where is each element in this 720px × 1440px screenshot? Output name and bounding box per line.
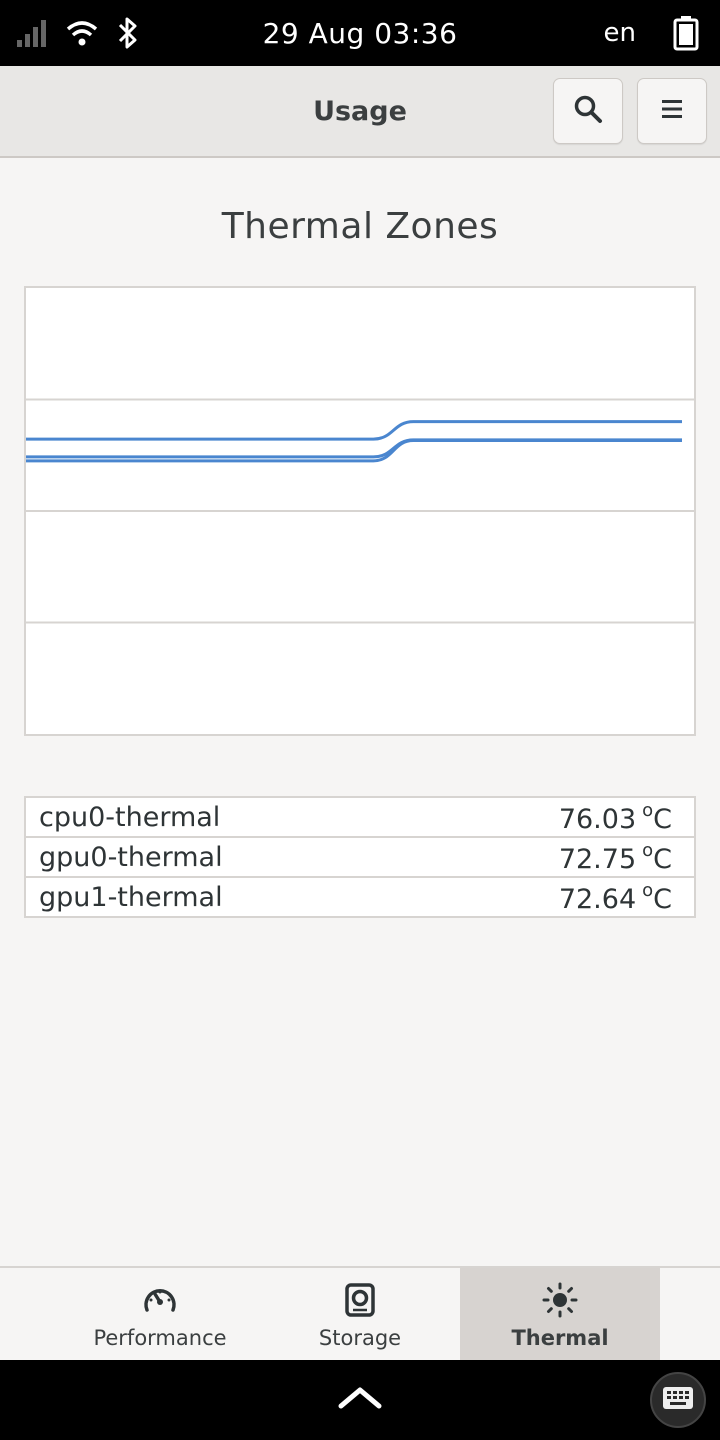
tab-thermal[interactable]: Thermal [460, 1268, 660, 1362]
tab-label: Thermal [511, 1326, 609, 1350]
zone-unit: C [653, 803, 672, 835]
list-item: gpu1-thermal 72.64 oC [26, 878, 694, 916]
chart-title: Thermal Zones [221, 206, 499, 247]
battery-icon [672, 0, 700, 66]
keyboard-button[interactable] [650, 1372, 706, 1428]
tab-label: Storage [318, 1326, 402, 1350]
speedometer-icon [142, 1282, 178, 1318]
tab-storage[interactable]: Storage [260, 1268, 460, 1362]
search-icon [573, 94, 603, 128]
keyboard-icon [662, 1386, 694, 1414]
zone-name: gpu0-thermal [39, 841, 223, 873]
thermal-chart [24, 286, 696, 736]
sun-icon [542, 1282, 578, 1318]
tab-label: Performance [93, 1326, 227, 1350]
header-bar: Usage [0, 66, 720, 158]
tab-performance[interactable]: Performance [60, 1268, 260, 1362]
zone-name: cpu0-thermal [39, 801, 221, 833]
chevron-up-icon[interactable] [336, 1384, 384, 1416]
search-button[interactable] [553, 78, 623, 144]
zone-value: 72.75 [558, 843, 637, 875]
system-home-bar [0, 1360, 720, 1440]
thermal-zone-list: cpu0-thermal 76.03 oC gpu0-thermal 72.75 o… [24, 796, 696, 918]
zone-temperature: 72.75 oC [558, 839, 672, 875]
zone-unit: C [653, 883, 672, 915]
zone-value: 76.03 [558, 803, 637, 835]
language-indicator[interactable]: en [604, 0, 636, 66]
chart-series-line-1 [26, 438, 682, 459]
zone-value: 72.64 [558, 883, 637, 915]
chart-series-line-0 [26, 420, 682, 441]
menu-button[interactable] [637, 78, 707, 144]
list-item: gpu0-thermal 72.75 oC [26, 838, 694, 878]
bottom-nav: Performance Storage Thermal [0, 1266, 720, 1362]
zone-unit: C [653, 843, 672, 875]
zone-name: gpu1-thermal [39, 881, 223, 913]
list-item: cpu0-thermal 76.03 oC [26, 798, 694, 838]
zone-temperature: 76.03 oC [558, 799, 672, 835]
status-bar: 29 Aug 03:36 en [0, 0, 720, 66]
thermal-chart-svg [26, 398, 694, 624]
zone-temperature: 72.64 oC [558, 879, 672, 915]
disk-icon [345, 1282, 375, 1318]
menu-icon [660, 97, 684, 125]
